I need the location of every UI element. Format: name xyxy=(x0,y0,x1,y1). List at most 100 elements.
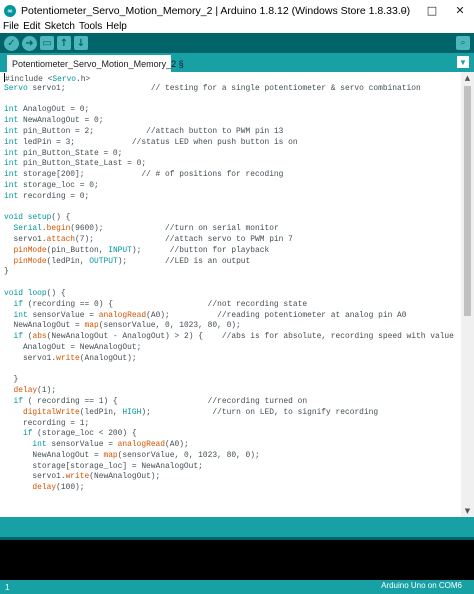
code-token: servo1. xyxy=(4,472,66,482)
code-token: int xyxy=(13,310,28,320)
message-bar xyxy=(0,517,474,537)
code-token: } xyxy=(4,267,9,277)
code-line[interactable]: } xyxy=(4,267,460,278)
code-line[interactable]: digitalWrite(ledPin, HIGH); //turn on LE… xyxy=(4,408,460,419)
maximize-button[interactable]: □ xyxy=(418,0,446,21)
code-line[interactable]: servo1.write(NewAnalogOut); xyxy=(4,472,460,483)
code-token: //abs is for absolute, recording speed w… xyxy=(221,332,454,342)
code-token: // # of positions for recoding xyxy=(141,170,284,180)
menu-bar: File Edit Sketch Tools Help xyxy=(0,21,474,33)
code-line[interactable]: storage[storage_loc] = NewAnalogOut; xyxy=(4,462,460,473)
code-line[interactable] xyxy=(4,203,460,214)
tab-sketch[interactable]: Potentiometer_Servo_Motion_Memory_2 § xyxy=(7,55,184,72)
code-line[interactable]: int sensorValue = analogRead(A0); //read… xyxy=(4,311,460,322)
minimize-button[interactable]: – xyxy=(390,0,418,21)
code-line[interactable]: if ( recording == 1) { //recording turne… xyxy=(4,397,460,408)
code-token: void xyxy=(4,288,23,298)
code-line[interactable]: Servo servo1; // testing for a single po… xyxy=(4,84,460,95)
code-line[interactable]: servo1.attach(7); //attach servo to PWM … xyxy=(4,235,460,246)
code-token: ledPin = 3; xyxy=(18,137,132,147)
code-line[interactable]: AnalogOut = NewAnalogOut; xyxy=(4,343,460,354)
code-token: //turn on LED, to signify recording xyxy=(212,407,379,417)
arduino-logo-icon: ∞ xyxy=(4,4,16,17)
code-token: pin_Button_State_Last = 0; xyxy=(18,159,147,169)
code-token: storage_loc = 0; xyxy=(18,180,99,190)
code-token: ); xyxy=(131,245,170,255)
menu-help[interactable]: Help xyxy=(106,21,127,33)
code-line[interactable]: pinMode(ledPin, OUTPUT); //LED is an out… xyxy=(4,257,460,268)
code-line[interactable]: pinMode(pin_Button, INPUT); //button for… xyxy=(4,246,460,257)
code-area[interactable]: #include <Servo.h> Servo servo1; // testi… xyxy=(4,73,460,494)
title-bar: ∞ Potentiometer_Servo_Motion_Memory_2 | … xyxy=(0,0,474,21)
code-line[interactable]: int NewAnalogOut = 0; xyxy=(4,116,460,127)
window-controls: – □ ✕ xyxy=(390,0,474,21)
code-token: //LED is an output xyxy=(165,256,251,266)
open-sketch-button[interactable]: ↑ xyxy=(57,36,71,50)
code-line[interactable]: int storage_loc = 0; xyxy=(4,181,460,192)
code-line[interactable]: recording = 1; xyxy=(4,419,460,430)
scroll-down-icon[interactable]: ▼ xyxy=(461,505,474,517)
code-token: (storage_loc < 200) { xyxy=(32,429,137,439)
code-line[interactable]: int sensorValue = analogRead(A0); xyxy=(4,440,460,451)
code-token: } xyxy=(4,375,19,385)
code-line[interactable]: int storage[200]; // # of positions for … xyxy=(4,170,460,181)
code-line[interactable]: #include <Servo.h> xyxy=(4,73,460,84)
code-token: ( recording == 1) { xyxy=(22,396,208,406)
code-line[interactable]: NewAnalogOut = map(sensorValue, 0, 1023,… xyxy=(4,451,460,462)
code-line[interactable]: int AnalogOut = 0; xyxy=(4,105,460,116)
line-number: 1 xyxy=(5,582,10,592)
save-sketch-button[interactable]: ↓ xyxy=(74,36,88,50)
verify-button[interactable]: ✓ xyxy=(4,35,19,51)
upload-button[interactable]: ➜ xyxy=(22,35,37,51)
code-line[interactable] xyxy=(4,365,460,376)
code-token: if xyxy=(13,299,23,309)
code-token: setup xyxy=(27,213,52,223)
code-token: int xyxy=(4,148,19,158)
code-line[interactable]: void loop() { xyxy=(4,289,460,300)
close-button[interactable]: ✕ xyxy=(446,0,474,21)
code-token: int xyxy=(32,440,47,450)
menu-file[interactable]: File xyxy=(3,21,19,33)
code-token: loop xyxy=(27,288,47,298)
code-line[interactable]: int recording = 0; xyxy=(4,192,460,203)
code-line[interactable] xyxy=(4,278,460,289)
code-line[interactable]: Serial.begin(9600); //turn on serial mon… xyxy=(4,224,460,235)
new-sketch-button[interactable]: ▭ xyxy=(40,36,54,50)
code-line[interactable]: if (storage_loc < 200) { xyxy=(4,429,460,440)
code-token: INPUT xyxy=(108,245,132,255)
code-token: sensorValue = xyxy=(27,310,99,320)
tab-menu-button[interactable]: ▼ xyxy=(457,56,469,68)
scroll-up-icon[interactable]: ▲ xyxy=(461,72,474,84)
code-line[interactable] xyxy=(4,95,460,106)
menu-edit[interactable]: Edit xyxy=(23,21,40,33)
code-token: sensorValue = xyxy=(46,440,118,450)
code-line[interactable]: int ledPin = 3; //status LED when push b… xyxy=(4,138,460,149)
code-line[interactable]: if (abs(NewAnalogOut - AnalogOut) > 2) {… xyxy=(4,332,460,343)
code-token: //recording turned on xyxy=(207,396,308,406)
menu-sketch[interactable]: Sketch xyxy=(44,21,75,33)
code-editor[interactable]: #include <Servo.h> Servo servo1; // testi… xyxy=(0,72,474,517)
vertical-scrollbar[interactable]: ▲ ▼ xyxy=(461,72,474,517)
board-port-label: Arduino Uno on COM6 xyxy=(381,581,462,590)
code-line[interactable]: servo1.write(AnalogOut); xyxy=(4,354,460,365)
scroll-thumb[interactable] xyxy=(464,86,471,316)
tab-strip: Potentiometer_Servo_Motion_Memory_2 § ▼ xyxy=(0,53,474,72)
code-line[interactable]: void setup() { xyxy=(4,213,460,224)
code-line[interactable]: NewAnalogOut = map(sensorValue, 0, 1023,… xyxy=(4,321,460,332)
code-line[interactable]: } xyxy=(4,375,460,386)
code-line[interactable]: delay(1); xyxy=(4,386,460,397)
console-output xyxy=(0,540,474,580)
code-line[interactable]: int pin_Button_State_Last = 0; xyxy=(4,159,460,170)
code-token: //not recording state xyxy=(207,299,308,309)
code-token: pinMode xyxy=(13,245,47,255)
code-token: servo1. xyxy=(4,353,57,363)
serial-monitor-button[interactable]: ⌕ xyxy=(456,36,470,50)
code-line[interactable]: int pin_Button = 2; //attach button to P… xyxy=(4,127,460,138)
code-token: NewAnalogOut = 0; xyxy=(18,116,104,126)
code-line[interactable]: if (recording == 0) { //not recording st… xyxy=(4,300,460,311)
code-line[interactable]: int pin_Button_State = 0; xyxy=(4,149,460,160)
code-line[interactable]: delay(100); xyxy=(4,483,460,494)
menu-tools[interactable]: Tools xyxy=(79,21,102,33)
code-token: () { xyxy=(46,288,66,298)
code-token: int xyxy=(4,116,19,126)
